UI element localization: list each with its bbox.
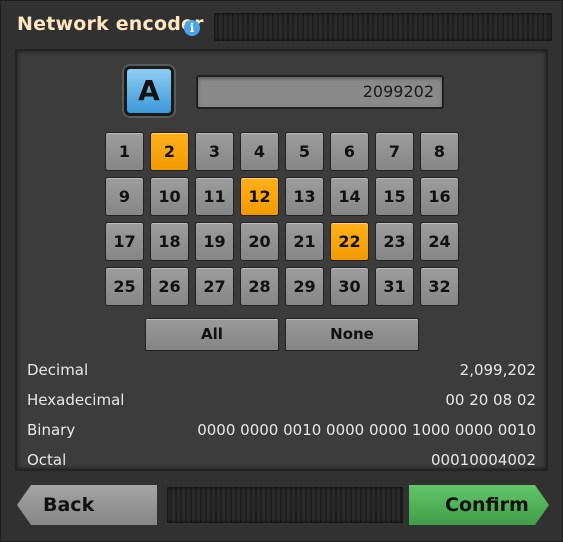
bit-toggle-11[interactable]: 11 [195,177,234,216]
bit-toggle-4[interactable]: 4 [240,132,279,171]
bit-toggle-22[interactable]: 22 [330,222,369,261]
decimal-value: 2,099,202 [459,361,536,379]
binary-value: 0000 0000 0010 0000 0000 1000 0000 0010 [197,421,536,439]
title-bar: Network encoder i [9,7,556,43]
bit-toggle-29[interactable]: 29 [285,267,324,306]
footer-bar: Back Confirm [15,485,550,529]
info-icon[interactable]: i [184,20,200,36]
bit-toggle-15[interactable]: 15 [375,177,414,216]
bit-toggle-3[interactable]: 3 [195,132,234,171]
bit-toggle-21[interactable]: 21 [285,222,324,261]
bit-toggle-27[interactable]: 27 [195,267,234,306]
bit-toggle-20[interactable]: 20 [240,222,279,261]
octal-label: Octal [27,451,67,469]
bit-toggle-32[interactable]: 32 [420,267,459,306]
bit-toggle-7[interactable]: 7 [375,132,414,171]
bit-toggle-12[interactable]: 12 [240,177,279,216]
back-button[interactable]: Back [17,485,157,525]
bit-toggle-10[interactable]: 10 [150,177,189,216]
bit-toggle-17[interactable]: 17 [105,222,144,261]
confirm-button[interactable]: Confirm [409,485,549,525]
bit-toggle-23[interactable]: 23 [375,222,414,261]
select-all-button[interactable]: All [145,318,279,351]
bit-toggle-24[interactable]: 24 [420,222,459,261]
bit-toggle-25[interactable]: 25 [105,267,144,306]
bit-toggle-19[interactable]: 19 [195,222,234,261]
decimal-label: Decimal [27,361,89,379]
bit-toggle-2[interactable]: 2 [150,132,189,171]
bit-toggle-16[interactable]: 16 [420,177,459,216]
bit-toggle-18[interactable]: 18 [150,222,189,261]
bit-toggle-6[interactable]: 6 [330,132,369,171]
title-drag-handle[interactable] [214,13,552,41]
bit-toggle-13[interactable]: 13 [285,177,324,216]
footer-drag-handle[interactable] [167,487,403,523]
bit-toggle-1[interactable]: 1 [105,132,144,171]
bit-toggle-28[interactable]: 28 [240,267,279,306]
hexadecimal-label: Hexadecimal [27,391,125,409]
network-encoder-window: Network encoder i A 2099202 1 2 3 4 5 6 7 8 9 10 1… [0,0,563,542]
value-input[interactable]: 2099202 [196,75,444,109]
bit-toggle-30[interactable]: 30 [330,267,369,306]
binary-label: Binary [27,421,76,439]
window-title: Network encoder [17,13,204,35]
hexadecimal-value: 00 20 08 02 [445,391,536,409]
bit-toggle-9[interactable]: 9 [105,177,144,216]
bit-toggle-14[interactable]: 14 [330,177,369,216]
bit-toggle-8[interactable]: 8 [420,132,459,171]
signal-select-button[interactable]: A [124,66,174,116]
bit-toggle-31[interactable]: 31 [375,267,414,306]
octal-value: 00010004002 [431,451,536,469]
select-none-button[interactable]: None [285,318,419,351]
bit-toggle-5[interactable]: 5 [285,132,324,171]
bit-toggle-26[interactable]: 26 [150,267,189,306]
